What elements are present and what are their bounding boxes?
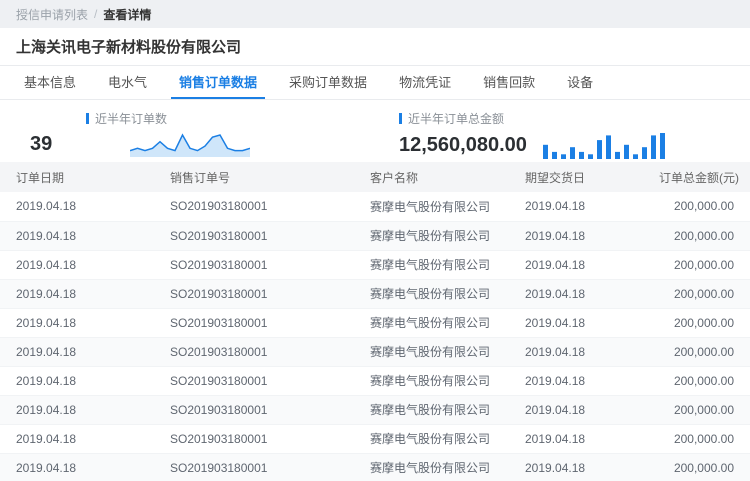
column-header: 期望交货日 bbox=[509, 162, 659, 192]
order-table-body: 2019.04.18SO201903180001赛摩电气股份有限公司2019.0… bbox=[0, 192, 750, 481]
tab-equipment[interactable]: 设备 bbox=[551, 66, 609, 99]
table-cell: 2019.04.18 bbox=[0, 424, 154, 453]
table-cell: 2019.04.18 bbox=[509, 192, 659, 221]
stat-order-count: 近半年订单数 39 bbox=[0, 108, 375, 156]
column-header: 订单总金额(元) bbox=[659, 162, 750, 192]
table-row[interactable]: 2019.04.18SO201903180001赛摩电气股份有限公司2019.0… bbox=[0, 192, 750, 221]
table-cell: 200,000.00 bbox=[659, 337, 750, 366]
table-row[interactable]: 2019.04.18SO201903180001赛摩电气股份有限公司2019.0… bbox=[0, 279, 750, 308]
table-row[interactable]: 2019.04.18SO201903180001赛摩电气股份有限公司2019.0… bbox=[0, 221, 750, 250]
table-row[interactable]: 2019.04.18SO201903180001赛摩电气股份有限公司2019.0… bbox=[0, 453, 750, 481]
table-cell: SO201903180001 bbox=[154, 395, 354, 424]
table-cell: 2019.04.18 bbox=[0, 395, 154, 424]
table-cell: SO201903180001 bbox=[154, 250, 354, 279]
table-cell: 2019.04.18 bbox=[0, 279, 154, 308]
table-cell: 200,000.00 bbox=[659, 192, 750, 221]
column-header: 订单日期 bbox=[0, 162, 154, 192]
table-cell: 2019.04.18 bbox=[509, 308, 659, 337]
table-cell: 2019.04.18 bbox=[0, 337, 154, 366]
tab-basic-info[interactable]: 基本信息 bbox=[8, 66, 92, 99]
column-header: 客户名称 bbox=[354, 162, 509, 192]
tab-logistics[interactable]: 物流凭证 bbox=[383, 66, 467, 99]
order-table-header-row: 订单日期销售订单号客户名称期望交货日订单总金额(元) bbox=[0, 162, 750, 192]
tab-sales-collection[interactable]: 销售回款 bbox=[467, 66, 551, 99]
table-cell: 200,000.00 bbox=[659, 424, 750, 453]
table-cell: 2019.04.18 bbox=[509, 366, 659, 395]
stat-order-count-value: 39 bbox=[30, 133, 52, 156]
breadcrumb-separator: / bbox=[94, 7, 97, 21]
orders-sparkline-chart bbox=[130, 131, 250, 157]
table-cell: 2019.04.18 bbox=[509, 279, 659, 308]
table-row[interactable]: 2019.04.18SO201903180001赛摩电气股份有限公司2019.0… bbox=[0, 366, 750, 395]
column-header: 销售订单号 bbox=[154, 162, 354, 192]
breadcrumb-current: 查看详情 bbox=[103, 6, 151, 23]
table-cell: SO201903180001 bbox=[154, 424, 354, 453]
table-cell: 2019.04.18 bbox=[0, 221, 154, 250]
table-cell: 赛摩电气股份有限公司 bbox=[354, 424, 509, 453]
table-cell: SO201903180001 bbox=[154, 308, 354, 337]
accent-tick-icon bbox=[399, 113, 402, 124]
table-cell: 2019.04.18 bbox=[0, 366, 154, 395]
table-cell: 赛摩电气股份有限公司 bbox=[354, 453, 509, 481]
table-cell: 赛摩电气股份有限公司 bbox=[354, 308, 509, 337]
breadcrumb-parent[interactable]: 授信申请列表 bbox=[16, 6, 88, 23]
table-cell: 2019.04.18 bbox=[509, 424, 659, 453]
stat-order-count-label-row: 近半年订单数 bbox=[86, 110, 375, 127]
table-cell: 2019.04.18 bbox=[509, 221, 659, 250]
table-cell: 200,000.00 bbox=[659, 250, 750, 279]
table-cell: 200,000.00 bbox=[659, 453, 750, 481]
tabs: 基本信息电水气销售订单数据采购订单数据物流凭证销售回款设备 bbox=[0, 66, 750, 100]
table-cell: 2019.04.18 bbox=[509, 337, 659, 366]
table-cell: 赛摩电气股份有限公司 bbox=[354, 250, 509, 279]
table-cell: 2019.04.18 bbox=[509, 453, 659, 481]
table-row[interactable]: 2019.04.18SO201903180001赛摩电气股份有限公司2019.0… bbox=[0, 250, 750, 279]
table-cell: 2019.04.18 bbox=[0, 250, 154, 279]
table-cell: 200,000.00 bbox=[659, 395, 750, 424]
table-cell: 赛摩电气股份有限公司 bbox=[354, 221, 509, 250]
stat-order-amount-label-row: 近半年订单总金额 bbox=[399, 110, 750, 127]
breadcrumb: 授信申请列表 / 查看详情 bbox=[0, 0, 750, 28]
table-cell: 200,000.00 bbox=[659, 279, 750, 308]
table-cell: 赛摩电气股份有限公司 bbox=[354, 337, 509, 366]
table-cell: 2019.04.18 bbox=[0, 308, 154, 337]
table-cell: 赛摩电气股份有限公司 bbox=[354, 279, 509, 308]
stat-order-amount: 近半年订单总金额 12,560,080.00 bbox=[375, 108, 750, 156]
table-cell: 赛摩电气股份有限公司 bbox=[354, 395, 509, 424]
stat-order-amount-value: 12,560,080.00 bbox=[399, 134, 527, 157]
table-cell: 200,000.00 bbox=[659, 308, 750, 337]
table-cell: SO201903180001 bbox=[154, 221, 354, 250]
table-cell: SO201903180001 bbox=[154, 453, 354, 481]
table-cell: SO201903180001 bbox=[154, 279, 354, 308]
table-cell: 赛摩电气股份有限公司 bbox=[354, 366, 509, 395]
stat-order-amount-label: 近半年订单总金额 bbox=[408, 110, 504, 127]
tab-utilities[interactable]: 电水气 bbox=[92, 66, 163, 99]
table-cell: 赛摩电气股份有限公司 bbox=[354, 192, 509, 221]
table-cell: SO201903180001 bbox=[154, 192, 354, 221]
table-cell: 2019.04.18 bbox=[0, 453, 154, 481]
table-row[interactable]: 2019.04.18SO201903180001赛摩电气股份有限公司2019.0… bbox=[0, 337, 750, 366]
amount-bar-chart bbox=[543, 131, 669, 159]
table-cell: 200,000.00 bbox=[659, 366, 750, 395]
table-cell: 2019.04.18 bbox=[509, 395, 659, 424]
tab-purchase-orders[interactable]: 采购订单数据 bbox=[273, 66, 383, 99]
table-row[interactable]: 2019.04.18SO201903180001赛摩电气股份有限公司2019.0… bbox=[0, 308, 750, 337]
stats-section: 近半年订单数 39 近半年订单总金额 12,560,080.00 bbox=[0, 100, 750, 162]
order-table: 订单日期销售订单号客户名称期望交货日订单总金额(元) 2019.04.18SO2… bbox=[0, 162, 750, 481]
company-header: 上海关讯电子新材料股份有限公司 bbox=[0, 28, 750, 66]
table-cell: 200,000.00 bbox=[659, 221, 750, 250]
table-cell: SO201903180001 bbox=[154, 366, 354, 395]
table-cell: SO201903180001 bbox=[154, 337, 354, 366]
accent-tick-icon bbox=[86, 113, 89, 124]
company-name: 上海关讯电子新材料股份有限公司 bbox=[16, 36, 241, 57]
stat-order-count-label: 近半年订单数 bbox=[95, 110, 167, 127]
table-cell: 2019.04.18 bbox=[509, 250, 659, 279]
table-row[interactable]: 2019.04.18SO201903180001赛摩电气股份有限公司2019.0… bbox=[0, 424, 750, 453]
table-row[interactable]: 2019.04.18SO201903180001赛摩电气股份有限公司2019.0… bbox=[0, 395, 750, 424]
tab-sales-orders[interactable]: 销售订单数据 bbox=[163, 66, 273, 99]
table-cell: 2019.04.18 bbox=[0, 192, 154, 221]
